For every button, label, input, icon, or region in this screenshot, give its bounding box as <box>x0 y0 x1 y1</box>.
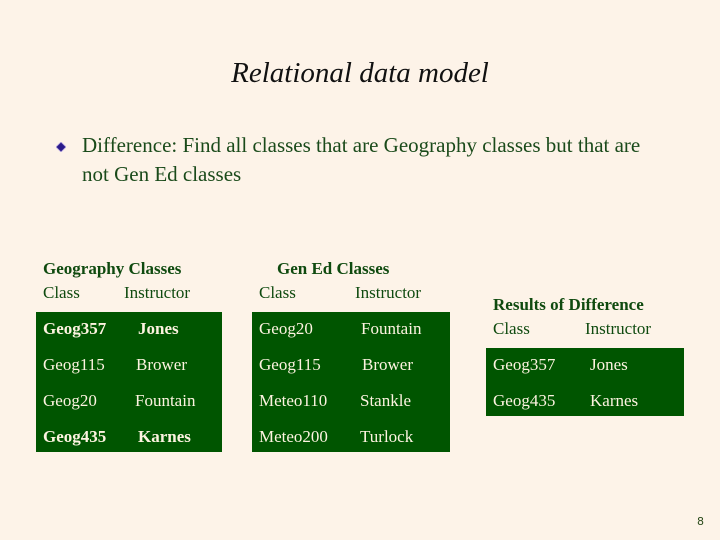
column-header-instructor: Instructor <box>124 283 191 302</box>
cell-class: Geog357 <box>43 319 107 338</box>
table-title: Geography Classes <box>43 259 182 278</box>
cell-instructor: Stankle <box>360 391 411 410</box>
cell-class: Geog357 <box>493 355 556 374</box>
table-title: Results of Difference <box>493 295 644 314</box>
cell-instructor: Jones <box>590 355 628 374</box>
page-number: 8 <box>697 515 704 528</box>
column-header-instructor: Instructor <box>585 319 652 338</box>
cell-instructor: Jones <box>138 319 179 338</box>
bullet-text: Difference: Find all classes that are Ge… <box>82 133 641 186</box>
cell-class: Geog115 <box>259 355 321 374</box>
cell-instructor: Brower <box>362 355 413 374</box>
column-header-class: Class <box>259 283 296 302</box>
cell-instructor: Turlock <box>360 427 414 446</box>
table-body: Geog357 Jones Geog115 Brower Geog20 Foun… <box>36 312 222 452</box>
cell-instructor: Brower <box>136 355 187 374</box>
table-body: Geog20 Fountain Geog115 Brower Meteo110 … <box>252 312 450 452</box>
cell-class: Geog20 <box>259 319 313 338</box>
table-body: Geog357 Jones Geog435 Karnes <box>486 348 684 416</box>
cell-class: Geog435 <box>493 391 556 410</box>
slide-title: Relational data model <box>231 57 489 89</box>
column-header-class: Class <box>493 319 530 338</box>
cell-instructor: Karnes <box>138 427 191 446</box>
cell-instructor: Fountain <box>361 319 422 338</box>
cell-class: Meteo200 <box>259 427 328 446</box>
cell-instructor: Karnes <box>590 391 639 410</box>
cell-class: Geog435 <box>43 427 107 446</box>
cell-class: Meteo110 <box>259 391 328 410</box>
diamond-bullet-icon <box>56 142 66 152</box>
table-title: Gen Ed Classes <box>277 259 390 278</box>
cell-class: Geog115 <box>43 355 105 374</box>
column-header-class: Class <box>43 283 80 302</box>
cell-class: Geog20 <box>43 391 97 410</box>
column-header-instructor: Instructor <box>355 283 422 302</box>
cell-instructor: Fountain <box>135 391 196 410</box>
